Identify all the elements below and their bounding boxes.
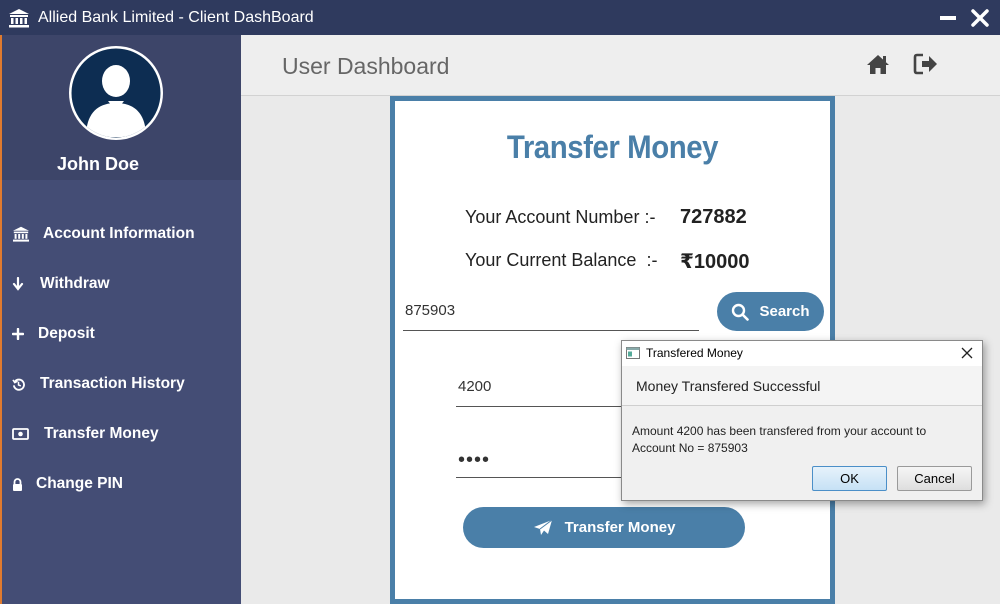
bank-icon xyxy=(9,9,29,28)
window-title: Allied Bank Limited - Client DashBoard xyxy=(38,9,314,26)
transfer-button-label: Transfer Money xyxy=(564,519,676,536)
sidebar-item-label: Transaction History xyxy=(40,375,185,392)
dialog-message-line: Amount 4200 has been transfered from you… xyxy=(632,424,927,438)
paper-plane-icon xyxy=(533,519,552,535)
user-name: John Doe xyxy=(56,154,139,174)
sign-out-icon[interactable] xyxy=(913,52,939,76)
card-title: Transfer Money xyxy=(506,129,719,165)
main-header: User Dashboard xyxy=(241,35,1000,96)
history-icon xyxy=(12,375,34,393)
dialog-message-line: Account No = 875903 xyxy=(632,441,748,455)
dialog-header: Money Transfered Successful xyxy=(622,366,982,406)
bank-icon xyxy=(12,225,34,243)
close-icon[interactable] xyxy=(968,6,992,30)
sidebar-item-account-information[interactable]: Account Information xyxy=(12,219,195,249)
lock-icon xyxy=(12,475,30,493)
sidebar-item-label: Withdraw xyxy=(40,275,110,292)
account-number-label: Your Account Number :- xyxy=(465,207,656,227)
search-button[interactable]: Search xyxy=(717,292,824,331)
pin-input[interactable]: •••• xyxy=(456,449,626,478)
close-icon[interactable] xyxy=(960,346,974,360)
transfer-money-button[interactable]: Transfer Money xyxy=(463,507,745,548)
dialog-titlebar: Transfered Money xyxy=(622,341,982,366)
home-icon[interactable] xyxy=(865,52,891,76)
dialog-header-text: Money Transfered Successful xyxy=(636,378,821,394)
balance-label: Your Current Balance :- xyxy=(465,250,658,270)
amount-input[interactable]: 4200 xyxy=(456,378,626,407)
sidebar-item-transfer-money[interactable]: Transfer Money xyxy=(12,419,159,449)
profile-panel: John Doe xyxy=(2,35,241,180)
sidebar-item-label: Transfer Money xyxy=(44,425,159,442)
money-icon xyxy=(12,425,38,443)
balance-value: ₹10000 xyxy=(680,251,750,273)
search-button-label: Search xyxy=(759,303,810,320)
window-titlebar: Allied Bank Limited - Client DashBoard xyxy=(0,0,1000,35)
search-icon xyxy=(732,303,750,321)
sidebar-item-label: Change PIN xyxy=(36,475,123,492)
plus-icon xyxy=(12,325,32,343)
sidebar-item-withdraw[interactable]: Withdraw xyxy=(12,269,110,299)
ok-button[interactable]: OK xyxy=(812,466,887,491)
dialog-title: Transfered Money xyxy=(646,346,743,360)
confirmation-dialog: Transfered Money Money Transfered Succes… xyxy=(621,340,983,501)
sidebar-item-transaction-history[interactable]: Transaction History xyxy=(12,369,185,399)
cancel-button[interactable]: Cancel xyxy=(897,466,972,491)
sidebar-item-label: Account Information xyxy=(43,225,195,242)
arrow-down-icon xyxy=(12,275,34,293)
sidebar-item-label: Deposit xyxy=(38,325,95,342)
minimize-button[interactable] xyxy=(940,16,956,20)
avatar xyxy=(69,46,163,140)
sidebar: John Doe Account Information Withdraw De… xyxy=(0,35,241,604)
sidebar-item-deposit[interactable]: Deposit xyxy=(12,319,95,349)
window-icon xyxy=(626,347,640,359)
dialog-message: Amount 4200 has been transfered from you… xyxy=(632,423,952,457)
account-number-value: 727882 xyxy=(680,206,747,228)
recipient-account-input[interactable]: 875903 xyxy=(403,302,699,331)
page-title: User Dashboard xyxy=(282,53,450,79)
sidebar-item-change-pin[interactable]: Change PIN xyxy=(12,469,123,499)
